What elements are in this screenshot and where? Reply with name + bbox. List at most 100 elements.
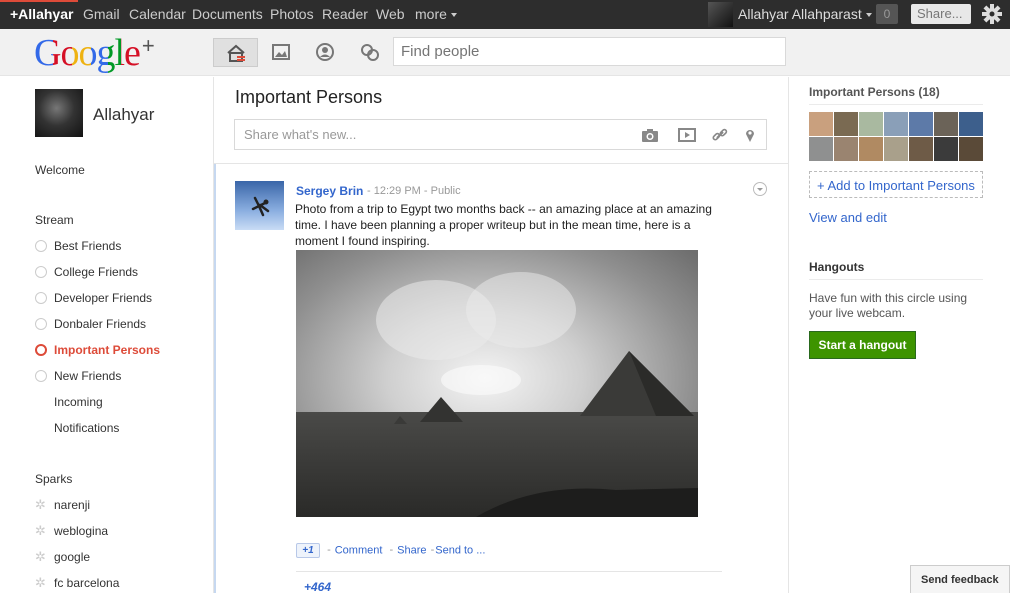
meta-sep: - — [420, 185, 431, 197]
sidebar-item-new-friends[interactable]: New Friends — [35, 369, 121, 383]
share-box[interactable]: Share what's new... — [234, 119, 767, 150]
stream-heading[interactable]: Stream — [35, 213, 74, 227]
circles-icon — [361, 44, 379, 61]
topbar-link-documents[interactable]: Documents — [192, 6, 263, 22]
nav-photos-button[interactable] — [259, 38, 304, 67]
member-avatar[interactable] — [809, 112, 833, 136]
sidebar-item-donbaler-friends[interactable]: Donbaler Friends — [35, 317, 146, 331]
plus-one-count[interactable]: +464 — [304, 580, 331, 594]
member-avatar[interactable] — [859, 137, 883, 161]
member-avatar[interactable] — [909, 137, 933, 161]
google-plus-logo[interactable]: Google+ — [34, 31, 155, 75]
post-time[interactable]: 12:29 PM — [374, 185, 421, 197]
left-sidebar: Allahyar Welcome Stream Best Friends Col… — [0, 77, 213, 593]
post-visibility[interactable]: Public — [431, 185, 461, 197]
topbar-link-web[interactable]: Web — [376, 6, 405, 22]
member-avatar[interactable] — [884, 112, 908, 136]
page-title: Important Persons — [235, 87, 383, 107]
topbar-profile-link[interactable]: +Allahyar — [10, 6, 73, 22]
circle-members — [809, 112, 985, 162]
nav-circles-button[interactable] — [348, 38, 393, 67]
comment-link[interactable]: Comment — [335, 544, 383, 556]
sidebar-item-important-persons[interactable]: Important Persons — [35, 343, 160, 357]
sparks-heading[interactable]: Sparks — [35, 472, 72, 486]
logo-plus: + — [141, 33, 155, 58]
link-icon[interactable] — [711, 127, 729, 143]
circle-title[interactable]: Important Persons (18) — [809, 85, 940, 99]
gear-icon[interactable] — [981, 3, 1003, 25]
start-hangout-button[interactable]: Start a hangout — [809, 331, 916, 359]
user-name: Allahyar Allahparast — [738, 6, 862, 22]
sidebar-item-best-friends[interactable]: Best Friends — [35, 239, 121, 253]
chevron-down-icon — [450, 13, 457, 17]
more-label: more — [415, 6, 447, 22]
post-photo[interactable] — [296, 250, 698, 517]
logo-text: Google — [34, 32, 141, 74]
spark-label: fc barcelona — [54, 576, 120, 590]
video-icon[interactable] — [678, 127, 696, 143]
user-menu[interactable]: Allahyar Allahparast — [738, 6, 872, 22]
spark-item-weblogina[interactable]: ✲ weblogina — [35, 523, 108, 539]
topbar-link-gmail[interactable]: Gmail — [83, 6, 120, 22]
share-placeholder: Share what's new... — [244, 127, 357, 142]
member-avatar[interactable] — [959, 137, 983, 161]
share-button[interactable]: Share... — [911, 4, 971, 24]
post-options-button[interactable] — [753, 182, 767, 196]
view-and-edit-link[interactable]: View and edit — [809, 210, 887, 225]
circle-icon — [35, 370, 47, 382]
sidebar-item-notifications[interactable]: Notifications — [54, 421, 119, 435]
sidebar-item-college-friends[interactable]: College Friends — [35, 265, 138, 279]
topbar-link-photos[interactable]: Photos — [270, 6, 314, 22]
user-avatar[interactable] — [708, 2, 733, 27]
notification-count-badge[interactable]: 0 — [876, 4, 898, 24]
right-divider — [788, 77, 789, 593]
member-avatar[interactable] — [934, 137, 958, 161]
send-feedback-button[interactable]: Send feedback — [910, 565, 1010, 593]
location-pin-icon[interactable] — [741, 127, 759, 143]
stream-divider — [214, 163, 788, 164]
home-icon — [227, 44, 245, 62]
spark-item-google[interactable]: ✲ google — [35, 549, 90, 565]
nav-profile-button[interactable] — [303, 38, 348, 67]
member-avatar[interactable] — [884, 137, 908, 161]
welcome-link[interactable]: Welcome — [35, 163, 85, 177]
profile-name[interactable]: Allahyar — [93, 105, 154, 125]
plus-one-button[interactable]: +1 — [296, 543, 320, 558]
send-to-link[interactable]: Send to ... — [435, 544, 485, 556]
sidebar-item-incoming[interactable]: Incoming — [54, 395, 103, 409]
profile-icon — [316, 43, 334, 61]
circle-icon — [35, 344, 47, 356]
spark-item-narenji[interactable]: ✲ narenji — [35, 497, 90, 513]
chevron-down-icon — [865, 13, 872, 17]
sidebar-item-developer-friends[interactable]: Developer Friends — [35, 291, 152, 305]
member-avatar[interactable] — [834, 112, 858, 136]
post-author-avatar[interactable] — [235, 181, 284, 230]
add-to-circle-button[interactable]: + Add to Important Persons — [809, 171, 983, 198]
spark-item-fc-barcelona[interactable]: ✲ fc barcelona — [35, 575, 119, 591]
member-avatar[interactable] — [834, 137, 858, 161]
topbar-link-reader[interactable]: Reader — [322, 6, 368, 22]
section-divider — [809, 279, 983, 280]
spark-icon: ✲ — [35, 575, 46, 590]
profile-avatar[interactable] — [35, 89, 83, 137]
active-post-bar — [214, 164, 216, 593]
sidebar-item-label: Developer Friends — [54, 291, 153, 305]
member-avatar[interactable] — [959, 112, 983, 136]
circle-icon — [35, 240, 47, 252]
post-meta: - 12:29 PM - Public — [367, 185, 461, 197]
app-header: Google+ — [0, 29, 1010, 76]
member-avatar[interactable] — [809, 137, 833, 161]
sidebar-item-label: Important Persons — [54, 343, 161, 357]
member-avatar[interactable] — [909, 112, 933, 136]
nav-home-button[interactable] — [213, 38, 258, 67]
sidebar-item-label: New Friends — [54, 369, 122, 383]
share-link[interactable]: Share — [397, 544, 426, 556]
member-avatar[interactable] — [859, 112, 883, 136]
topbar-link-calendar[interactable]: Calendar — [129, 6, 186, 22]
member-avatar[interactable] — [934, 112, 958, 136]
topbar-more-menu[interactable]: more — [415, 6, 457, 22]
find-people-input[interactable] — [393, 37, 786, 66]
spark-label: weblogina — [54, 524, 109, 538]
camera-icon[interactable] — [641, 127, 659, 143]
post-author-name[interactable]: Sergey Brin — [296, 184, 363, 198]
